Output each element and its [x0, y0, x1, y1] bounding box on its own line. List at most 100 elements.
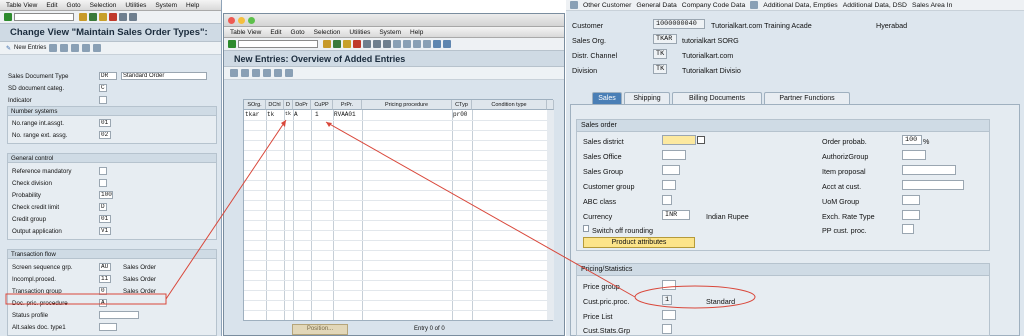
find-next-icon[interactable]: [383, 40, 391, 48]
nav-additional-empties[interactable]: Additional Data, Empties: [763, 2, 837, 9]
menu-goto[interactable]: Goto: [291, 29, 305, 36]
exch-rate-type-field[interactable]: [902, 210, 920, 220]
screen-seq-field[interactable]: AU: [99, 263, 111, 271]
col-header-cupp[interactable]: CuPP: [311, 100, 333, 110]
position-button[interactable]: Position...: [292, 324, 348, 335]
nav-additional-dsd[interactable]: Additional Data, DSD: [843, 2, 907, 9]
menu-edit[interactable]: Edit: [270, 29, 281, 36]
print-icon[interactable]: [119, 13, 127, 21]
product-attributes-button[interactable]: Product attributes: [583, 237, 695, 248]
price-list-field[interactable]: [662, 310, 676, 320]
output-app-field[interactable]: V1: [99, 227, 111, 235]
copy-icon[interactable]: [49, 44, 58, 52]
division-field[interactable]: TK: [653, 64, 667, 74]
cancel-icon[interactable]: [109, 13, 117, 21]
col-header-pricing-procedure[interactable]: Pricing procedure: [362, 100, 452, 110]
check-division-field[interactable]: [99, 179, 107, 187]
undo-icon[interactable]: [71, 44, 80, 52]
command-field[interactable]: [238, 40, 318, 48]
cust-pric-proc-field[interactable]: 1: [662, 295, 672, 305]
close-icon[interactable]: [228, 17, 235, 24]
create-session-icon[interactable]: [433, 40, 441, 48]
customer-group-field[interactable]: [662, 180, 676, 190]
distr-channel-field[interactable]: TK: [653, 49, 667, 59]
change-icon[interactable]: [230, 69, 238, 77]
undo-icon[interactable]: [263, 69, 271, 77]
cancel-icon[interactable]: [353, 40, 361, 48]
status-profile-field[interactable]: [99, 311, 139, 319]
tab-shipping[interactable]: Shipping: [624, 92, 670, 104]
uom-group-field[interactable]: [902, 195, 920, 205]
copy-icon[interactable]: [241, 69, 249, 77]
menu-help[interactable]: Help: [186, 2, 199, 9]
cell-dchl[interactable]: tk: [266, 110, 284, 119]
menu-selection[interactable]: Selection: [90, 2, 117, 9]
prev-page-icon[interactable]: [403, 40, 411, 48]
alt-sales-field[interactable]: [99, 323, 117, 331]
sd-categ-field[interactable]: C: [99, 84, 107, 92]
no-range-ext-field[interactable]: 02: [99, 131, 111, 139]
cell-condition-type[interactable]: [472, 110, 547, 119]
ref-mandatory-field[interactable]: [99, 167, 107, 175]
command-field[interactable]: [14, 13, 74, 21]
authoriz-group-field[interactable]: [902, 150, 926, 160]
sales-group-field[interactable]: [662, 165, 680, 175]
col-header-ctyp[interactable]: CTyp: [452, 100, 472, 110]
tab-partner-functions[interactable]: Partner Functions: [764, 92, 850, 104]
customer-field[interactable]: 1000000040: [653, 19, 705, 29]
col-header-condition-type[interactable]: Condition type: [472, 100, 547, 110]
deselect-icon[interactable]: [285, 69, 293, 77]
search-help-icon[interactable]: [697, 136, 705, 144]
menu-system[interactable]: System: [379, 29, 401, 36]
currency-field[interactable]: INR: [662, 210, 690, 220]
doc-pric-field[interactable]: A: [99, 299, 107, 307]
nav-sales-area[interactable]: Sales Area In: [912, 2, 952, 9]
back-icon[interactable]: [333, 40, 341, 48]
tab-sales[interactable]: Sales: [592, 92, 622, 104]
col-header-sorg[interactable]: SOrg.: [244, 100, 266, 110]
menu-utilities[interactable]: Utilities: [125, 2, 146, 9]
cell-pricing-procedure[interactable]: [362, 110, 452, 119]
nav-other-customer[interactable]: Other Customer: [583, 2, 631, 9]
find-icon[interactable]: [129, 13, 137, 21]
tab-billing-documents[interactable]: Billing Documents: [672, 92, 762, 104]
menu-table-view[interactable]: Table View: [6, 2, 37, 9]
item-proposal-field[interactable]: [902, 165, 956, 175]
col-header-prpr[interactable]: PrPr.: [333, 100, 362, 110]
save-icon[interactable]: [79, 13, 87, 21]
enter-icon[interactable]: [4, 13, 12, 21]
order-prob-field[interactable]: 100: [902, 135, 922, 145]
table-scrollbar[interactable]: [547, 110, 554, 320]
cust-stats-grp-field[interactable]: [662, 324, 672, 334]
menu-table-view[interactable]: Table View: [230, 29, 261, 36]
print-icon[interactable]: [363, 40, 371, 48]
nav-general-data[interactable]: General Data: [636, 2, 676, 9]
menu-edit[interactable]: Edit: [46, 2, 57, 9]
delete-icon[interactable]: [252, 69, 260, 77]
trans-group-field[interactable]: 0: [99, 287, 107, 295]
nav-company-code-data[interactable]: Company Code Data: [682, 2, 745, 9]
menu-utilities[interactable]: Utilities: [349, 29, 370, 36]
acct-at-cust-field[interactable]: [902, 180, 964, 190]
cell-dopr[interactable]: A: [293, 110, 311, 119]
pp-cust-proc-field[interactable]: [902, 224, 914, 234]
sales-office-field[interactable]: [662, 150, 686, 160]
sales-org-field[interactable]: TKAR: [653, 34, 677, 44]
first-page-icon[interactable]: [393, 40, 401, 48]
no-range-int-field[interactable]: 01: [99, 119, 111, 127]
menu-goto[interactable]: Goto: [67, 2, 81, 9]
find-icon[interactable]: [373, 40, 381, 48]
cell-d[interactable]: tk: [284, 110, 293, 119]
select-all-icon[interactable]: [82, 44, 91, 52]
sales-doc-type-field[interactable]: DR: [99, 72, 117, 80]
indicator-field[interactable]: [99, 96, 107, 104]
menu-system[interactable]: System: [155, 2, 177, 9]
cell-sorg[interactable]: tkar: [244, 110, 266, 119]
maximize-icon[interactable]: [248, 17, 255, 24]
col-settings-icon[interactable]: [547, 100, 554, 110]
col-header-dopr[interactable]: DoPr: [293, 100, 311, 110]
col-header-d[interactable]: D: [284, 100, 293, 110]
save-icon[interactable]: [323, 40, 331, 48]
cell-prpr[interactable]: RVAA01: [333, 110, 362, 119]
incompl-field[interactable]: 11: [99, 275, 111, 283]
